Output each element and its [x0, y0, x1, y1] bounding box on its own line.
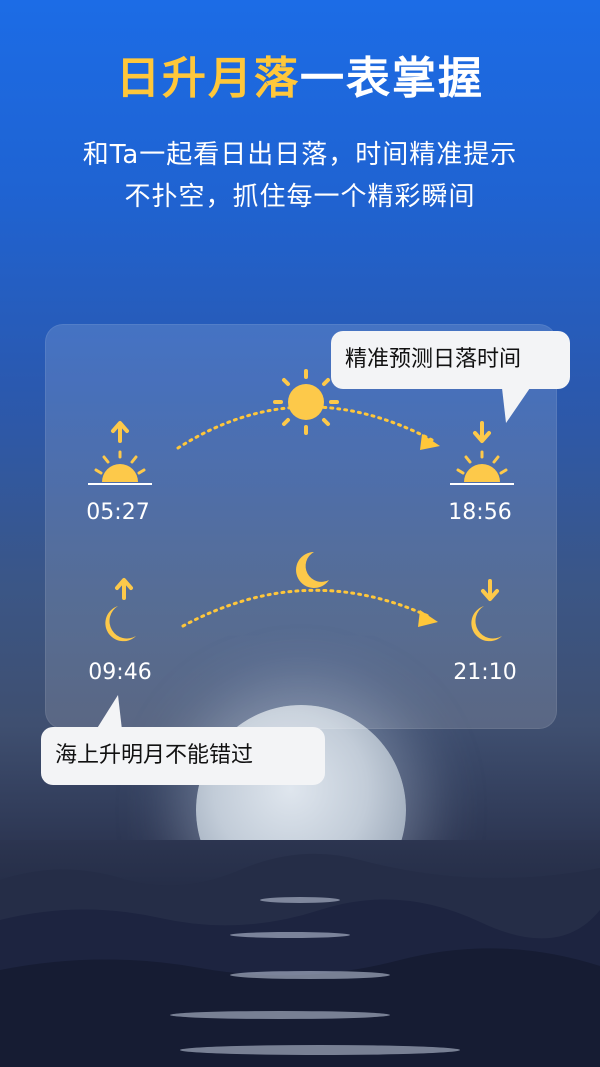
- sunset-icon: [450, 421, 514, 485]
- noon-sun-icon: [273, 369, 339, 435]
- sun-moon-diagram: [88, 369, 530, 730]
- sunset-callout: 精准预测日落时间: [331, 331, 570, 389]
- sunrise-time: 05:27: [86, 500, 150, 525]
- moonrise-callout: 海上升明月不能错过: [41, 727, 325, 785]
- moonset-icon: [471, 579, 502, 642]
- moonset-time: 21:10: [453, 660, 517, 685]
- moonrise-callout-tail: [96, 695, 122, 730]
- moon-arc: [181, 588, 438, 628]
- moonrise-icon: [105, 578, 136, 642]
- moonrise-time: 09:46: [88, 660, 152, 685]
- noon-moon-icon: [296, 552, 329, 588]
- sunset-time: 18:56: [448, 500, 512, 525]
- sunrise-icon: [88, 421, 152, 485]
- sunset-callout-tail: [502, 388, 530, 423]
